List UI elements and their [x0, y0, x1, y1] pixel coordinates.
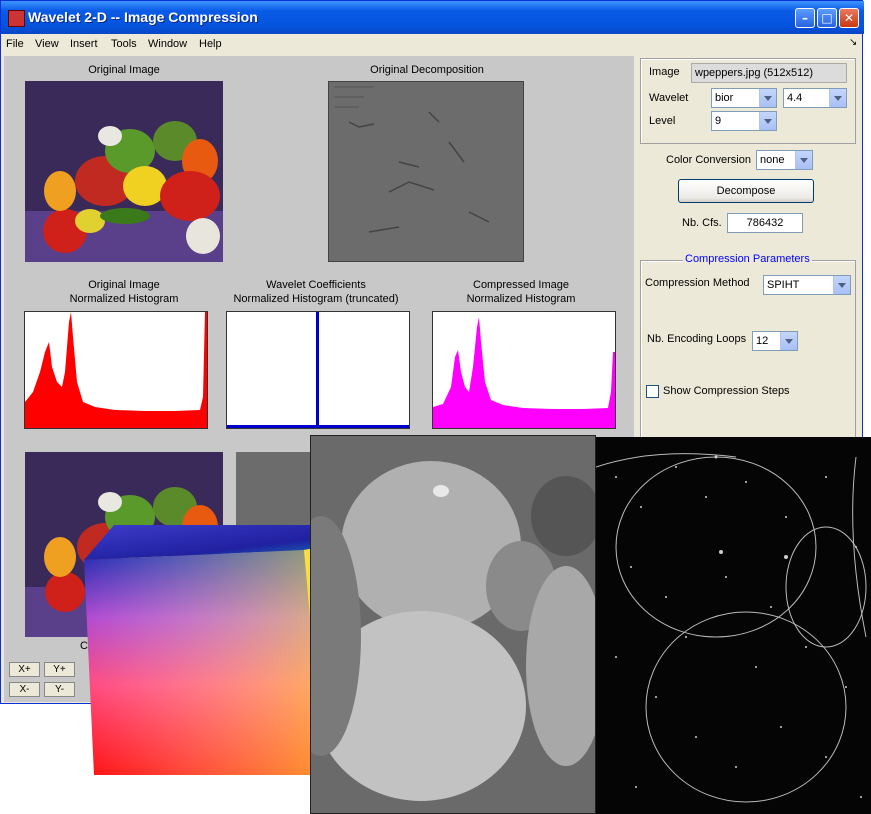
wavelet-number-dropdown[interactable]: 4.4	[783, 88, 847, 108]
hist-compressed	[432, 311, 616, 429]
hist-original	[24, 311, 208, 429]
close-button[interactable]: ✕	[839, 8, 859, 28]
chevron-down-icon	[759, 89, 776, 107]
menu-view[interactable]: View	[35, 38, 59, 50]
show-steps-label: Show Compression Steps	[663, 385, 790, 397]
compression-method-label: Compression Method	[645, 277, 750, 289]
nb-cfs-field: 786432	[727, 213, 803, 233]
decompose-button[interactable]: Decompose	[678, 179, 814, 203]
x-plus-button[interactable]: X+	[9, 662, 40, 677]
original-image-title: Original Image	[88, 64, 160, 76]
decomposition-image	[328, 81, 524, 262]
hist-original-title: Original Image Normalized Histogram	[69, 279, 179, 305]
menu-file[interactable]: File	[6, 38, 24, 50]
image-label: Image	[649, 66, 680, 78]
window-title: Wavelet 2-D -- Image Compression	[28, 9, 258, 25]
encoding-loops-label: Nb. Encoding Loops	[647, 333, 747, 345]
nb-cfs-label: Nb. Cfs.	[682, 217, 722, 229]
menu-bar: File View Insert Tools Window Help ↘	[1, 34, 862, 54]
minimize-button[interactable]: –	[795, 8, 815, 28]
level-label: Level	[649, 115, 676, 127]
compression-method-dropdown[interactable]: SPIHT	[763, 275, 851, 295]
dock-arrow-icon[interactable]: ↘	[849, 37, 857, 48]
chevron-down-icon	[829, 89, 846, 107]
menu-tools[interactable]: Tools	[111, 38, 137, 50]
compression-params-title: Compression Parameters	[683, 253, 812, 265]
wavelet-family-dropdown[interactable]: bior	[711, 88, 777, 108]
chevron-down-icon	[795, 151, 812, 169]
menu-window[interactable]: Window	[148, 38, 187, 50]
hist-wavelet	[226, 311, 410, 429]
maximize-button[interactable]: □	[817, 8, 837, 28]
menu-help[interactable]: Help	[199, 38, 222, 50]
menu-insert[interactable]: Insert	[70, 38, 98, 50]
level-dropdown[interactable]: 9	[711, 111, 777, 131]
image-name-field: wpeppers.jpg (512x512)	[691, 63, 847, 83]
encoding-loops-dropdown[interactable]: 12	[752, 331, 798, 351]
x-minus-button[interactable]: X-	[9, 682, 40, 697]
color-conversion-label: Color Conversion	[666, 154, 751, 166]
hist-wavelet-title: Wavelet Coefficients Normalized Histogram…	[233, 279, 399, 305]
y-minus-button[interactable]: Y-	[44, 682, 75, 697]
show-steps-checkbox[interactable]	[646, 385, 659, 398]
y-plus-button[interactable]: Y+	[44, 662, 75, 677]
coefficient-edge-image	[596, 437, 871, 814]
title-bar[interactable]: Wavelet 2-D -- Image Compression – □ ✕	[1, 1, 864, 34]
chevron-down-icon	[780, 332, 797, 350]
hist-compressed-title: Compressed Image Normalized Histogram	[466, 279, 576, 305]
chevron-down-icon	[759, 112, 776, 130]
original-image	[25, 81, 223, 262]
chevron-down-icon	[833, 276, 850, 294]
original-decomposition-title: Original Decomposition	[370, 64, 484, 76]
grayscale-fruit-image	[310, 435, 596, 814]
color-conversion-dropdown[interactable]: none	[756, 150, 813, 170]
matlab-icon	[8, 10, 25, 27]
wavelet-label: Wavelet	[649, 92, 689, 104]
